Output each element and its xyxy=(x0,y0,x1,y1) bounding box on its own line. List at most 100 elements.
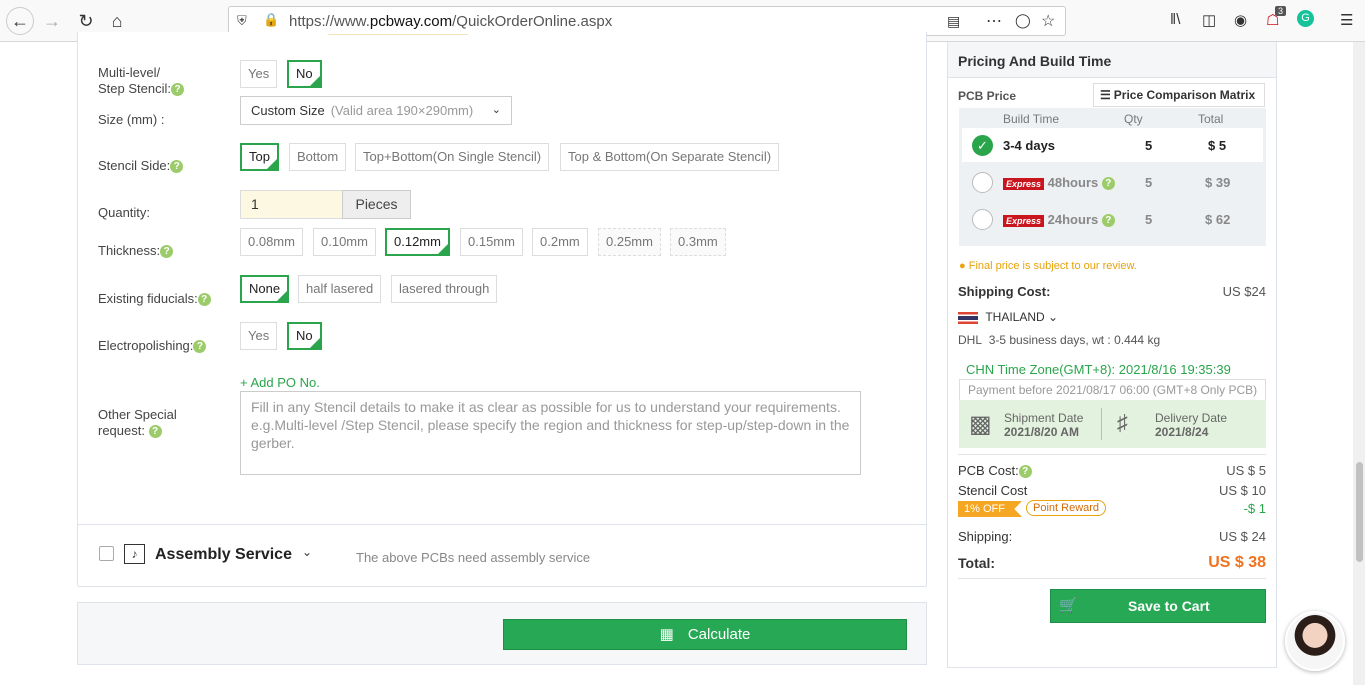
stencil-cost-label: Stencil Cost xyxy=(958,483,1028,498)
thickness-option[interactable]: 0.3mm xyxy=(670,228,726,256)
help-icon[interactable]: ? xyxy=(193,340,207,354)
special-request-label: Other Special request: ? xyxy=(98,407,177,439)
size-label: Size (mm) : xyxy=(98,112,165,127)
stencil-cost-value: US $ 10 xyxy=(1219,483,1266,498)
help-icon[interactable]: ? xyxy=(160,245,174,259)
shipment-date: 2021/8/20 AM xyxy=(1004,425,1079,439)
save-to-cart-button[interactable]: 🛒 Save to Cart xyxy=(1050,589,1266,623)
quantity-label: Quantity: xyxy=(98,205,151,220)
grammarly-icon[interactable]: G xyxy=(1297,10,1314,27)
multilevel-no[interactable]: No xyxy=(287,60,322,88)
help-icon[interactable]: ? xyxy=(171,83,184,97)
thickness-option[interactable]: 0.12mm xyxy=(385,228,450,256)
radio-button[interactable] xyxy=(972,172,993,193)
side-top[interactable]: Top xyxy=(240,143,279,171)
divider xyxy=(958,578,1266,579)
thailand-flag-icon xyxy=(958,311,978,324)
assembly-title[interactable]: Assembly Service xyxy=(155,546,292,564)
total-label: Total: xyxy=(958,555,996,571)
bookmark-star-icon[interactable]: ☆ xyxy=(1041,11,1055,31)
help-icon[interactable]: ? xyxy=(1101,214,1115,228)
multilevel-yes[interactable]: Yes xyxy=(240,60,278,88)
home-icon[interactable]: ⌂ xyxy=(103,7,131,35)
electropolishing-label: Electropolishing:? xyxy=(98,338,207,354)
shipment-label: Shipment Date xyxy=(1004,411,1084,425)
scroll-thumb[interactable] xyxy=(1356,462,1363,562)
assembly-checkbox[interactable] xyxy=(99,546,114,561)
pricing-title: Pricing And Build Time xyxy=(948,42,1276,78)
reload-icon[interactable]: ↻ xyxy=(72,7,100,35)
multilevel-label: Multi-level/Step Stencil:? xyxy=(98,65,184,97)
quantity-input[interactable]: 1 xyxy=(240,190,343,219)
calculator-icon: ▦ xyxy=(659,626,674,643)
thickness-option[interactable]: 0.08mm xyxy=(240,228,303,256)
pocket-icon[interactable]: ◯ xyxy=(1015,12,1031,29)
fiducials-label: Existing fiducials:? xyxy=(98,291,211,307)
shipping-value: US $ 24 xyxy=(1219,529,1266,544)
divider xyxy=(1101,408,1102,440)
reader-view-icon[interactable]: ▤ xyxy=(947,13,960,30)
build-time: Express 48hours ? xyxy=(1003,175,1115,191)
price-matrix-button[interactable]: ☰ Price Comparison Matrix xyxy=(1093,83,1265,107)
help-icon[interactable]: ? xyxy=(1018,465,1032,479)
scrollbar[interactable] xyxy=(1353,42,1365,685)
help-icon[interactable]: ? xyxy=(1101,177,1115,191)
box-icon: ▩ xyxy=(969,411,992,438)
add-po-link[interactable]: + Add PO No. xyxy=(240,375,320,390)
build-time-row[interactable]: Express 48hours ? 5 $ 39 xyxy=(962,165,1263,199)
side-top-bottom-separate[interactable]: Top & Bottom(On Separate Stencil) xyxy=(560,143,780,171)
help-icon[interactable]: ? xyxy=(148,425,162,439)
qty: 5 xyxy=(1145,175,1153,190)
quantity-unit: Pieces xyxy=(342,190,411,219)
radio-button[interactable] xyxy=(972,209,993,230)
thickness-option[interactable]: 0.2mm xyxy=(532,228,588,256)
stencil-form-card: Multi-level/Step Stencil:? Yes No Size (… xyxy=(77,32,927,552)
side-top-bottom-single[interactable]: Top+Bottom(On Single Stencil) xyxy=(355,143,550,171)
pcb-cost-value: US $ 5 xyxy=(1226,463,1266,478)
col-qty: Qty xyxy=(1124,112,1143,126)
pricing-panel: Pricing And Build Time PCB Price ☰ Price … xyxy=(947,42,1277,668)
support-avatar[interactable] xyxy=(1285,611,1345,671)
menu-icon[interactable]: ☰ xyxy=(1340,11,1353,29)
qty: 5 xyxy=(1145,212,1153,227)
electropolishing-no[interactable]: No xyxy=(287,322,322,350)
size-select[interactable]: Custom Size (Valid area 190×290mm) ⌄ xyxy=(240,96,512,125)
check-icon[interactable]: ✓ xyxy=(972,135,993,156)
cart-icon: 🛒 xyxy=(1059,597,1078,614)
build-time-row[interactable]: Express 24hours ? 5 $ 62 xyxy=(962,202,1263,236)
timezone-text: CHN Time Zone(GMT+8): 2021/8/16 19:35:39 xyxy=(966,362,1231,377)
sidebar-icon[interactable]: ◫ xyxy=(1202,11,1216,29)
thickness-option[interactable]: 0.10mm xyxy=(313,228,376,256)
fiducials-half[interactable]: half lasered xyxy=(298,275,382,303)
discount-value: -$ 1 xyxy=(1243,501,1266,516)
express-badge: Express xyxy=(1003,177,1045,190)
delivery-date: 2021/8/24 xyxy=(1155,425,1209,439)
fiducials-through[interactable]: lasered through xyxy=(391,275,498,303)
electropolishing-yes[interactable]: Yes xyxy=(240,322,278,350)
calculate-button[interactable]: ▦ Calculate xyxy=(503,619,907,650)
special-request-textarea[interactable]: Fill in any Stencil details to make it a… xyxy=(240,391,861,475)
total: $ 5 xyxy=(1208,138,1227,153)
pcb-price-label: PCB Price xyxy=(958,89,1017,103)
library-icon[interactable]: ‖\ xyxy=(1170,11,1180,28)
chevron-down-icon[interactable]: ⌄ xyxy=(302,545,312,559)
thickness-option[interactable]: 0.25mm xyxy=(598,228,661,256)
carrier-info: DHL 3-5 business days, wt : 0.444 kg xyxy=(958,333,1161,347)
more-icon[interactable]: ⋯ xyxy=(986,11,1002,31)
date-box: ▩ Shipment Date 2021/8/20 AM ♯ Delivery … xyxy=(959,400,1266,448)
back-button[interactable]: ← xyxy=(6,7,34,35)
review-note: ● Final price is subject to our review. xyxy=(959,260,1137,272)
help-icon[interactable]: ? xyxy=(197,293,211,307)
forward-icon[interactable]: → xyxy=(38,7,66,35)
build-time-row[interactable]: ✓ 3-4 days 5 $ 5 xyxy=(962,128,1263,162)
delivery-label: Delivery Date xyxy=(1155,411,1228,425)
fiducials-none[interactable]: None xyxy=(240,275,290,303)
build-time: Express 24hours ? xyxy=(1003,212,1115,228)
shipping-cost-value: US $24 xyxy=(1222,284,1266,299)
side-bottom[interactable]: Bottom xyxy=(289,143,347,171)
thickness-option[interactable]: 0.15mm xyxy=(460,228,523,256)
country-select[interactable]: THAILAND ⌄ xyxy=(958,310,1058,324)
account-icon[interactable]: ◉ xyxy=(1234,11,1247,29)
help-icon[interactable]: ? xyxy=(170,160,184,174)
assembly-icon: ♪ xyxy=(124,544,145,564)
